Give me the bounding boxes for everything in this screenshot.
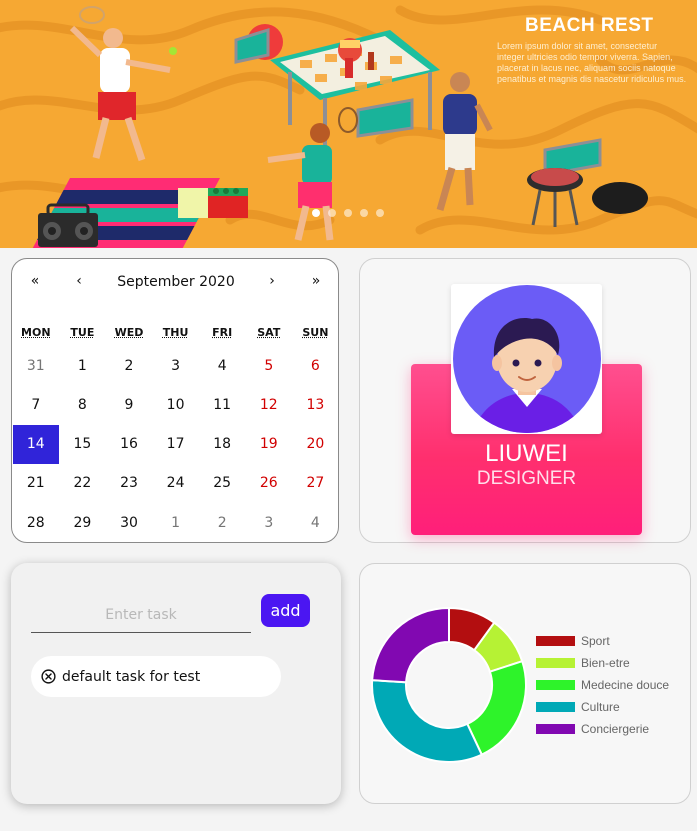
weekday-fri: FRI — [212, 326, 233, 339]
legend-swatch — [536, 658, 575, 668]
calendar-day[interactable]: 10 — [152, 386, 199, 426]
task-item: default task for test — [31, 656, 281, 697]
calendar-day[interactable]: 22 — [59, 464, 106, 504]
calendar-day[interactable]: 3 — [246, 504, 293, 544]
calendar-day[interactable]: 25 — [199, 464, 246, 504]
profile-name: LIUWEI — [485, 440, 568, 467]
legend-label: Sport — [581, 634, 610, 648]
calendar-widget: « ‹ September 2020 › » MON TUE WED THU FRI SA… — [11, 258, 339, 543]
doughnut-slice-culture[interactable] — [371, 679, 484, 763]
calendar-day[interactable]: 7 — [13, 386, 60, 426]
prev-month-button[interactable]: ‹ — [67, 273, 91, 289]
doughnut-svg — [371, 606, 527, 763]
avatar — [451, 284, 602, 434]
calendar-day[interactable]: 3 — [152, 347, 199, 387]
calendar-day[interactable]: 15 — [59, 425, 106, 465]
calendar-day[interactable]: 14 — [12, 424, 60, 464]
carousel-dot-1[interactable] — [312, 209, 320, 217]
profile-role: DESIGNER — [476, 468, 577, 489]
legend-item[interactable]: Medecine douce — [536, 674, 669, 696]
calendar-day[interactable]: 26 — [246, 464, 293, 504]
next-month-button[interactable]: › — [260, 273, 284, 289]
chart-legend: Sport Bien-etre Medecine douce Culture Conci… — [536, 630, 669, 740]
banner-title: BEACH REST — [525, 15, 654, 36]
calendar-day[interactable]: 21 — [13, 464, 60, 504]
legend-item[interactable]: Bien-etre — [536, 652, 669, 674]
calendar-day[interactable]: 5 — [246, 347, 293, 387]
doughnut-slice-conciergerie[interactable] — [371, 606, 450, 684]
next-year-button[interactable]: » — [304, 273, 328, 289]
carousel-dot-3[interactable] — [344, 209, 352, 217]
legend-label: Culture — [581, 700, 620, 714]
calendar-day[interactable]: 4 — [292, 504, 339, 544]
add-task-button[interactable]: add — [261, 594, 310, 627]
task-input[interactable] — [31, 597, 251, 633]
calendar-day[interactable]: 17 — [152, 425, 199, 465]
calendar-day[interactable]: 2 — [106, 347, 153, 387]
category-doughnut-chart: Sport Bien-etre Medecine douce Culture Conci… — [359, 563, 691, 804]
legend-item[interactable]: Culture — [536, 696, 669, 718]
calendar-day[interactable]: 29 — [59, 504, 106, 544]
calendar-day[interactable]: 13 — [292, 386, 339, 426]
calendar-day[interactable]: 23 — [106, 464, 153, 504]
banner-carousel[interactable]: BEACH REST Lorem ipsum dolor sit amet, c… — [0, 0, 697, 248]
weekday-sun: SUN — [302, 326, 329, 339]
calendar-day[interactable]: 18 — [199, 425, 246, 465]
avatar-illustration — [453, 285, 601, 433]
legend-swatch — [536, 680, 575, 690]
carousel-dot-5[interactable] — [376, 209, 384, 217]
calendar-day[interactable]: 24 — [152, 464, 199, 504]
weekday-sat: SAT — [257, 326, 281, 339]
task-label: default task for test — [62, 668, 201, 685]
calendar-day[interactable]: 6 — [292, 347, 339, 387]
weekday-tue: TUE — [70, 326, 95, 339]
legend-item[interactable]: Sport — [536, 630, 669, 652]
calendar-day[interactable]: 9 — [106, 386, 153, 426]
legend-label: Medecine douce — [581, 678, 670, 692]
weekday-wed: WED — [114, 326, 144, 339]
calendar-day[interactable]: 1 — [152, 504, 199, 544]
weekday-mon: MON — [21, 326, 51, 339]
calendar-day[interactable]: 8 — [59, 386, 106, 426]
calendar-day[interactable]: 27 — [292, 464, 339, 504]
calendar-month-label[interactable]: September 2020 — [92, 274, 260, 290]
legend-label: Bien-etre — [581, 656, 630, 670]
task-panel: add default task for test — [11, 563, 341, 804]
legend-item[interactable]: Conciergerie — [536, 718, 669, 740]
calendar-day[interactable]: 1 — [59, 347, 106, 387]
prev-year-button[interactable]: « — [23, 273, 47, 289]
calendar-day[interactable]: 2 — [199, 504, 246, 544]
calendar-day[interactable]: 12 — [246, 386, 293, 426]
calendar-day[interactable]: 28 — [13, 504, 60, 544]
legend-swatch — [536, 724, 575, 734]
carousel-dot-4[interactable] — [360, 209, 368, 217]
weekday-thu: THU — [162, 326, 189, 339]
calendar-day[interactable]: 19 — [246, 425, 293, 465]
legend-label: Conciergerie — [581, 722, 650, 736]
legend-swatch — [536, 702, 575, 712]
close-circle-icon[interactable] — [41, 669, 56, 684]
carousel-indicators — [312, 209, 384, 217]
legend-swatch — [536, 636, 575, 646]
calendar-day[interactable]: 30 — [106, 504, 153, 544]
calendar-day[interactable]: 4 — [199, 347, 246, 387]
profile-panel: LIUWEI DESIGNER — [359, 258, 691, 543]
calendar-day[interactable]: 31 — [13, 347, 60, 387]
calendar-day[interactable]: 16 — [106, 425, 153, 465]
calendar-day[interactable]: 20 — [292, 425, 339, 465]
calendar-day[interactable]: 11 — [199, 386, 246, 426]
banner-body-text: Lorem ipsum dolor sit amet, consectetur … — [497, 41, 687, 84]
carousel-dot-2[interactable] — [328, 209, 336, 217]
